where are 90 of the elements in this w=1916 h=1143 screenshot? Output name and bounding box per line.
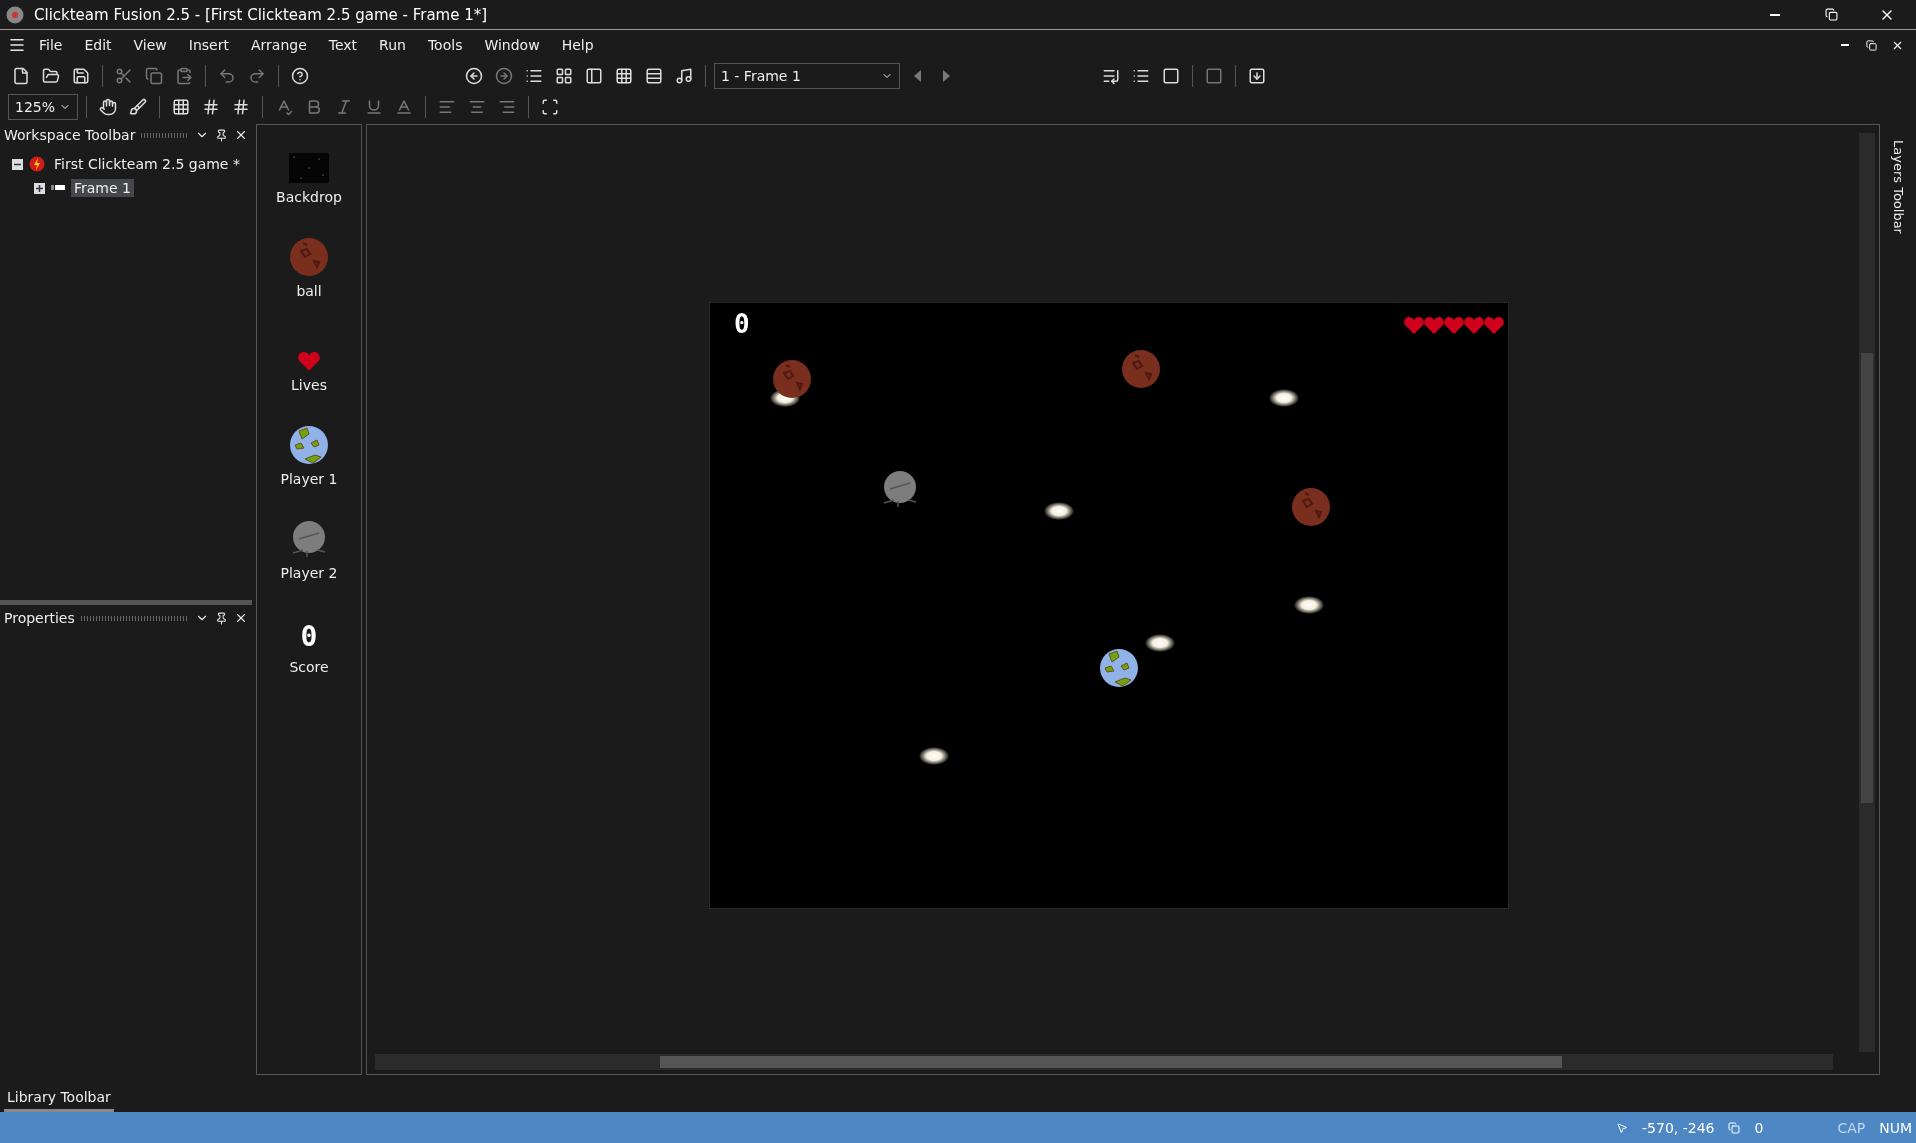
fit-frame-icon [541, 97, 559, 116]
app-logo-icon [6, 5, 24, 24]
open-folder-icon [42, 66, 60, 85]
objects-icon [1728, 1121, 1741, 1134]
score-text: 0 [734, 309, 750, 339]
back-icon [465, 66, 483, 85]
window-title: Clickteam Fusion 2.5 - [First Clickteam 2.5 game - Frame 1*] [34, 5, 489, 24]
pin-icon[interactable] [215, 128, 228, 142]
panel-icon [585, 66, 603, 85]
restore-icon [1865, 39, 1877, 51]
new-file-icon [12, 66, 30, 85]
import-icon [1248, 66, 1266, 85]
planet-sprite [289, 425, 329, 465]
frame-dropdown[interactable]: 1 - Frame 1 [714, 62, 900, 89]
heart-icon [1464, 317, 1484, 334]
heart-icon [1404, 317, 1424, 334]
italic-icon [335, 97, 353, 116]
close-icon[interactable] [234, 611, 248, 625]
square-icon [1205, 66, 1223, 85]
paste-icon [175, 66, 193, 85]
heart-icon [1424, 317, 1444, 334]
layers-toolbar-tab[interactable]: Layers Toolbar [1890, 140, 1906, 250]
table-icon [615, 66, 633, 85]
menu-item[interactable]: Tools [418, 34, 472, 56]
expand-icon[interactable] [34, 182, 45, 194]
tree-item[interactable]: Frame 1 [71, 179, 134, 197]
planet-sprite [1099, 648, 1139, 688]
rows-icon [645, 66, 663, 85]
menu-item[interactable]: View [124, 34, 176, 56]
object-label: Backdrop [276, 189, 342, 205]
starfield-thumbnail [289, 153, 329, 183]
underline-icon [365, 97, 383, 116]
minimize-icon [1770, 13, 1780, 16]
save-icon [72, 66, 90, 85]
text-color-icon [395, 97, 413, 116]
menu-item[interactable]: Run [370, 34, 415, 56]
pointer-icon [1616, 1121, 1628, 1134]
collapse-icon[interactable] [12, 158, 23, 170]
menu-item[interactable]: Arrange [241, 34, 316, 56]
menu-item[interactable]: Insert [179, 34, 238, 56]
heart-icon [1444, 317, 1464, 334]
menu-icon[interactable] [8, 36, 26, 54]
undo-icon [218, 66, 236, 85]
menu-item[interactable]: Help [552, 34, 603, 56]
frame-icon [51, 184, 65, 192]
minimize-icon [1841, 44, 1849, 46]
panel-title: Workspace Toolbar [4, 127, 136, 143]
object-label: Score [289, 659, 329, 675]
object-label: Lives [291, 377, 327, 393]
panel-title: Properties [4, 610, 75, 626]
heart-icon [298, 352, 320, 371]
hand-icon [99, 97, 117, 116]
key-indicator: NUM [1879, 1119, 1912, 1136]
score-counter: 0 [300, 620, 318, 653]
music-note-icon [675, 66, 693, 85]
object-label: Player 2 [280, 565, 338, 581]
triangle-left-icon [912, 68, 922, 83]
ball-sprite [1291, 487, 1331, 527]
ball-sprite [289, 237, 329, 277]
help-icon [291, 66, 309, 85]
ball-sprite [772, 359, 812, 399]
cut-icon [115, 66, 133, 85]
restore-icon [1824, 8, 1838, 21]
menu-item[interactable]: Text [319, 34, 367, 56]
ball-sprite [1121, 349, 1161, 389]
object-label: ball [296, 283, 322, 299]
brush-icon [129, 97, 147, 116]
key-indicator: CAP [1837, 1119, 1866, 1136]
close-icon[interactable] [234, 128, 248, 142]
triangle-right-icon [942, 68, 952, 83]
copy-icon [145, 66, 163, 85]
pin-icon[interactable] [215, 611, 228, 625]
menu-item[interactable]: File [30, 34, 72, 56]
menu-item[interactable]: Edit [75, 34, 121, 56]
cursor-coordinates: -570, -246 [1642, 1119, 1715, 1136]
zoom-dropdown[interactable]: 125% [8, 93, 78, 120]
forward-icon [495, 66, 513, 85]
grid-view-icon [555, 66, 573, 85]
redo-icon [248, 66, 266, 85]
app-icon [29, 156, 45, 172]
object-count: 0 [1754, 1119, 1764, 1136]
vertical-scrollbar[interactable] [1859, 133, 1875, 1052]
heart-icon [1484, 317, 1504, 334]
object-label: Player 1 [280, 471, 338, 487]
snap-grid-icon [232, 97, 250, 116]
grid-settings-icon [172, 97, 190, 116]
menu-item[interactable]: Window [475, 34, 549, 56]
grid-icon [202, 97, 220, 116]
horizontal-scrollbar[interactable] [375, 1054, 1833, 1070]
tree-item[interactable]: First Clickteam 2.5 game * [51, 155, 243, 173]
